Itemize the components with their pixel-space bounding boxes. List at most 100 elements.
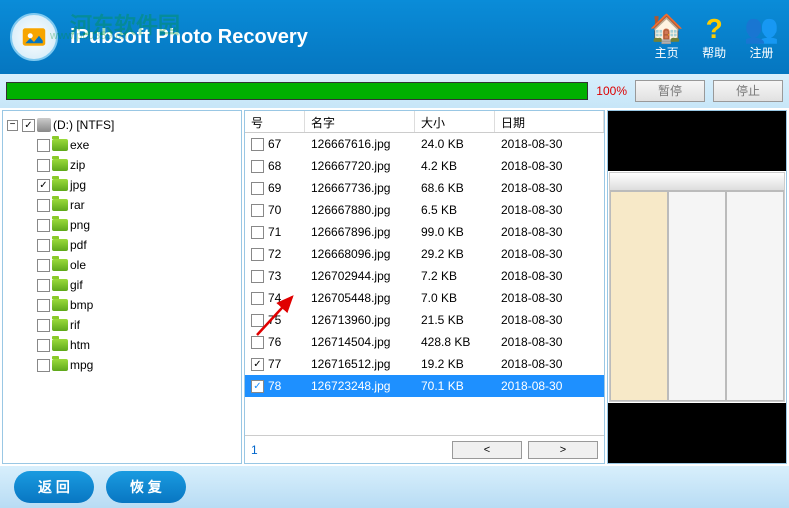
tree-checkbox[interactable] [37,279,50,292]
col-size[interactable]: 大小 [415,111,495,132]
progress-bar [6,82,588,100]
row-checkbox[interactable] [251,226,264,239]
table-row[interactable]: 70126667880.jpg6.5 KB2018-08-30 [245,199,604,221]
tree-item-label: zip [70,158,85,172]
prev-page-button[interactable]: < [452,441,522,459]
row-num: 70 [268,203,281,217]
collapse-icon[interactable]: − [7,120,18,131]
recover-button[interactable]: 恢 复 [106,471,186,503]
row-checkbox[interactable] [251,292,264,305]
folder-icon [52,199,68,211]
row-num: 74 [268,291,281,305]
tree-checkbox[interactable] [37,219,50,232]
table-row[interactable]: 74126705448.jpg7.0 KB2018-08-30 [245,287,604,309]
back-button[interactable]: 返 回 [14,471,94,503]
home-button[interactable]: 🏠 主页 [649,14,684,61]
tree-checkbox[interactable]: ✓ [37,179,50,192]
table-row[interactable]: 69126667736.jpg68.6 KB2018-08-30 [245,177,604,199]
tree-item-pdf[interactable]: pdf [37,235,237,255]
tree-item-mpg[interactable]: mpg [37,355,237,375]
row-checkbox[interactable]: ✓ [251,380,264,393]
folder-icon [52,219,68,231]
table-row[interactable]: 68126667720.jpg4.2 KB2018-08-30 [245,155,604,177]
tree-item-ole[interactable]: ole [37,255,237,275]
tree-item-exe[interactable]: exe [37,135,237,155]
row-size: 6.5 KB [415,203,495,217]
table-row[interactable]: ✓78126723248.jpg70.1 KB2018-08-30 [245,375,604,397]
help-button[interactable]: ? 帮助 [702,14,726,61]
row-date: 2018-08-30 [495,335,604,349]
tree-checkbox[interactable] [37,319,50,332]
row-checkbox[interactable] [251,204,264,217]
row-num: 68 [268,159,281,173]
pause-button[interactable]: 暂停 [635,80,705,102]
row-name: 126713960.jpg [305,313,415,327]
row-num: 71 [268,225,281,239]
tree-item-bmp[interactable]: bmp [37,295,237,315]
row-checkbox[interactable] [251,160,264,173]
row-num: 77 [268,357,281,371]
folder-icon [52,299,68,311]
tree-checkbox[interactable] [37,139,50,152]
table-row[interactable]: 73126702944.jpg7.2 KB2018-08-30 [245,265,604,287]
tree-item-label: pdf [70,238,87,252]
drive-icon [37,118,51,132]
row-name: 126668096.jpg [305,247,415,261]
tree-checkbox[interactable] [37,159,50,172]
tree-checkbox[interactable]: ✓ [22,119,35,132]
row-checkbox[interactable] [251,182,264,195]
tree-checkbox[interactable] [37,259,50,272]
row-size: 24.0 KB [415,137,495,151]
row-checkbox[interactable] [251,336,264,349]
tree-checkbox[interactable] [37,299,50,312]
row-name: 126667896.jpg [305,225,415,239]
tree-item-rif[interactable]: rif [37,315,237,335]
row-name: 126667720.jpg [305,159,415,173]
tree-root[interactable]: − ✓ (D:) [NTFS] [7,115,237,135]
col-name[interactable]: 名字 [305,111,415,132]
table-row[interactable]: 75126713960.jpg21.5 KB2018-08-30 [245,309,604,331]
row-checkbox[interactable]: ✓ [251,358,264,371]
folder-tree[interactable]: − ✓ (D:) [NTFS] exe zip ✓jpgrarpng pdf olegi… [2,110,242,464]
tree-item-rar[interactable]: rar [37,195,237,215]
preview-top-black [608,111,786,171]
next-page-button[interactable]: > [528,441,598,459]
row-checkbox[interactable] [251,270,264,283]
tree-item-htm[interactable]: htm [37,335,237,355]
tree-checkbox[interactable] [37,359,50,372]
tree-item-png[interactable]: png [37,215,237,235]
folder-icon [52,139,68,151]
table-row[interactable]: ✓77126716512.jpg19.2 KB2018-08-30 [245,353,604,375]
stop-button[interactable]: 停止 [713,80,783,102]
table-header: 号 名字 大小 日期 [245,111,604,133]
row-date: 2018-08-30 [495,269,604,283]
tree-checkbox[interactable] [37,339,50,352]
register-button[interactable]: 👥 注册 [744,14,779,61]
col-date[interactable]: 日期 [495,111,604,132]
tree-item-jpg[interactable]: ✓jpg [37,175,237,195]
row-checkbox[interactable] [251,138,264,151]
tree-item-label: htm [70,338,90,352]
row-name: 126716512.jpg [305,357,415,371]
row-name: 126714504.jpg [305,335,415,349]
tree-checkbox[interactable] [37,239,50,252]
app-title: iPubsoft Photo Recovery [70,26,308,49]
page-number[interactable]: 1 [251,443,258,457]
tree-item-label: exe [70,138,89,152]
table-row[interactable]: 76126714504.jpg428.8 KB2018-08-30 [245,331,604,353]
tree-checkbox[interactable] [37,199,50,212]
row-checkbox[interactable] [251,248,264,261]
table-row[interactable]: 71126667896.jpg99.0 KB2018-08-30 [245,221,604,243]
row-name: 126702944.jpg [305,269,415,283]
table-row[interactable]: 67126667616.jpg24.0 KB2018-08-30 [245,133,604,155]
row-num: 73 [268,269,281,283]
row-checkbox[interactable] [251,314,264,327]
table-row[interactable]: 72126668096.jpg29.2 KB2018-08-30 [245,243,604,265]
col-num[interactable]: 号 [245,111,305,132]
tree-item-zip[interactable]: zip [37,155,237,175]
tree-item-label: mpg [70,358,93,372]
tree-item-gif[interactable]: gif [37,275,237,295]
table-body[interactable]: 67126667616.jpg24.0 KB2018-08-30 68 126667… [245,133,604,435]
row-size: 7.0 KB [415,291,495,305]
row-date: 2018-08-30 [495,247,604,261]
